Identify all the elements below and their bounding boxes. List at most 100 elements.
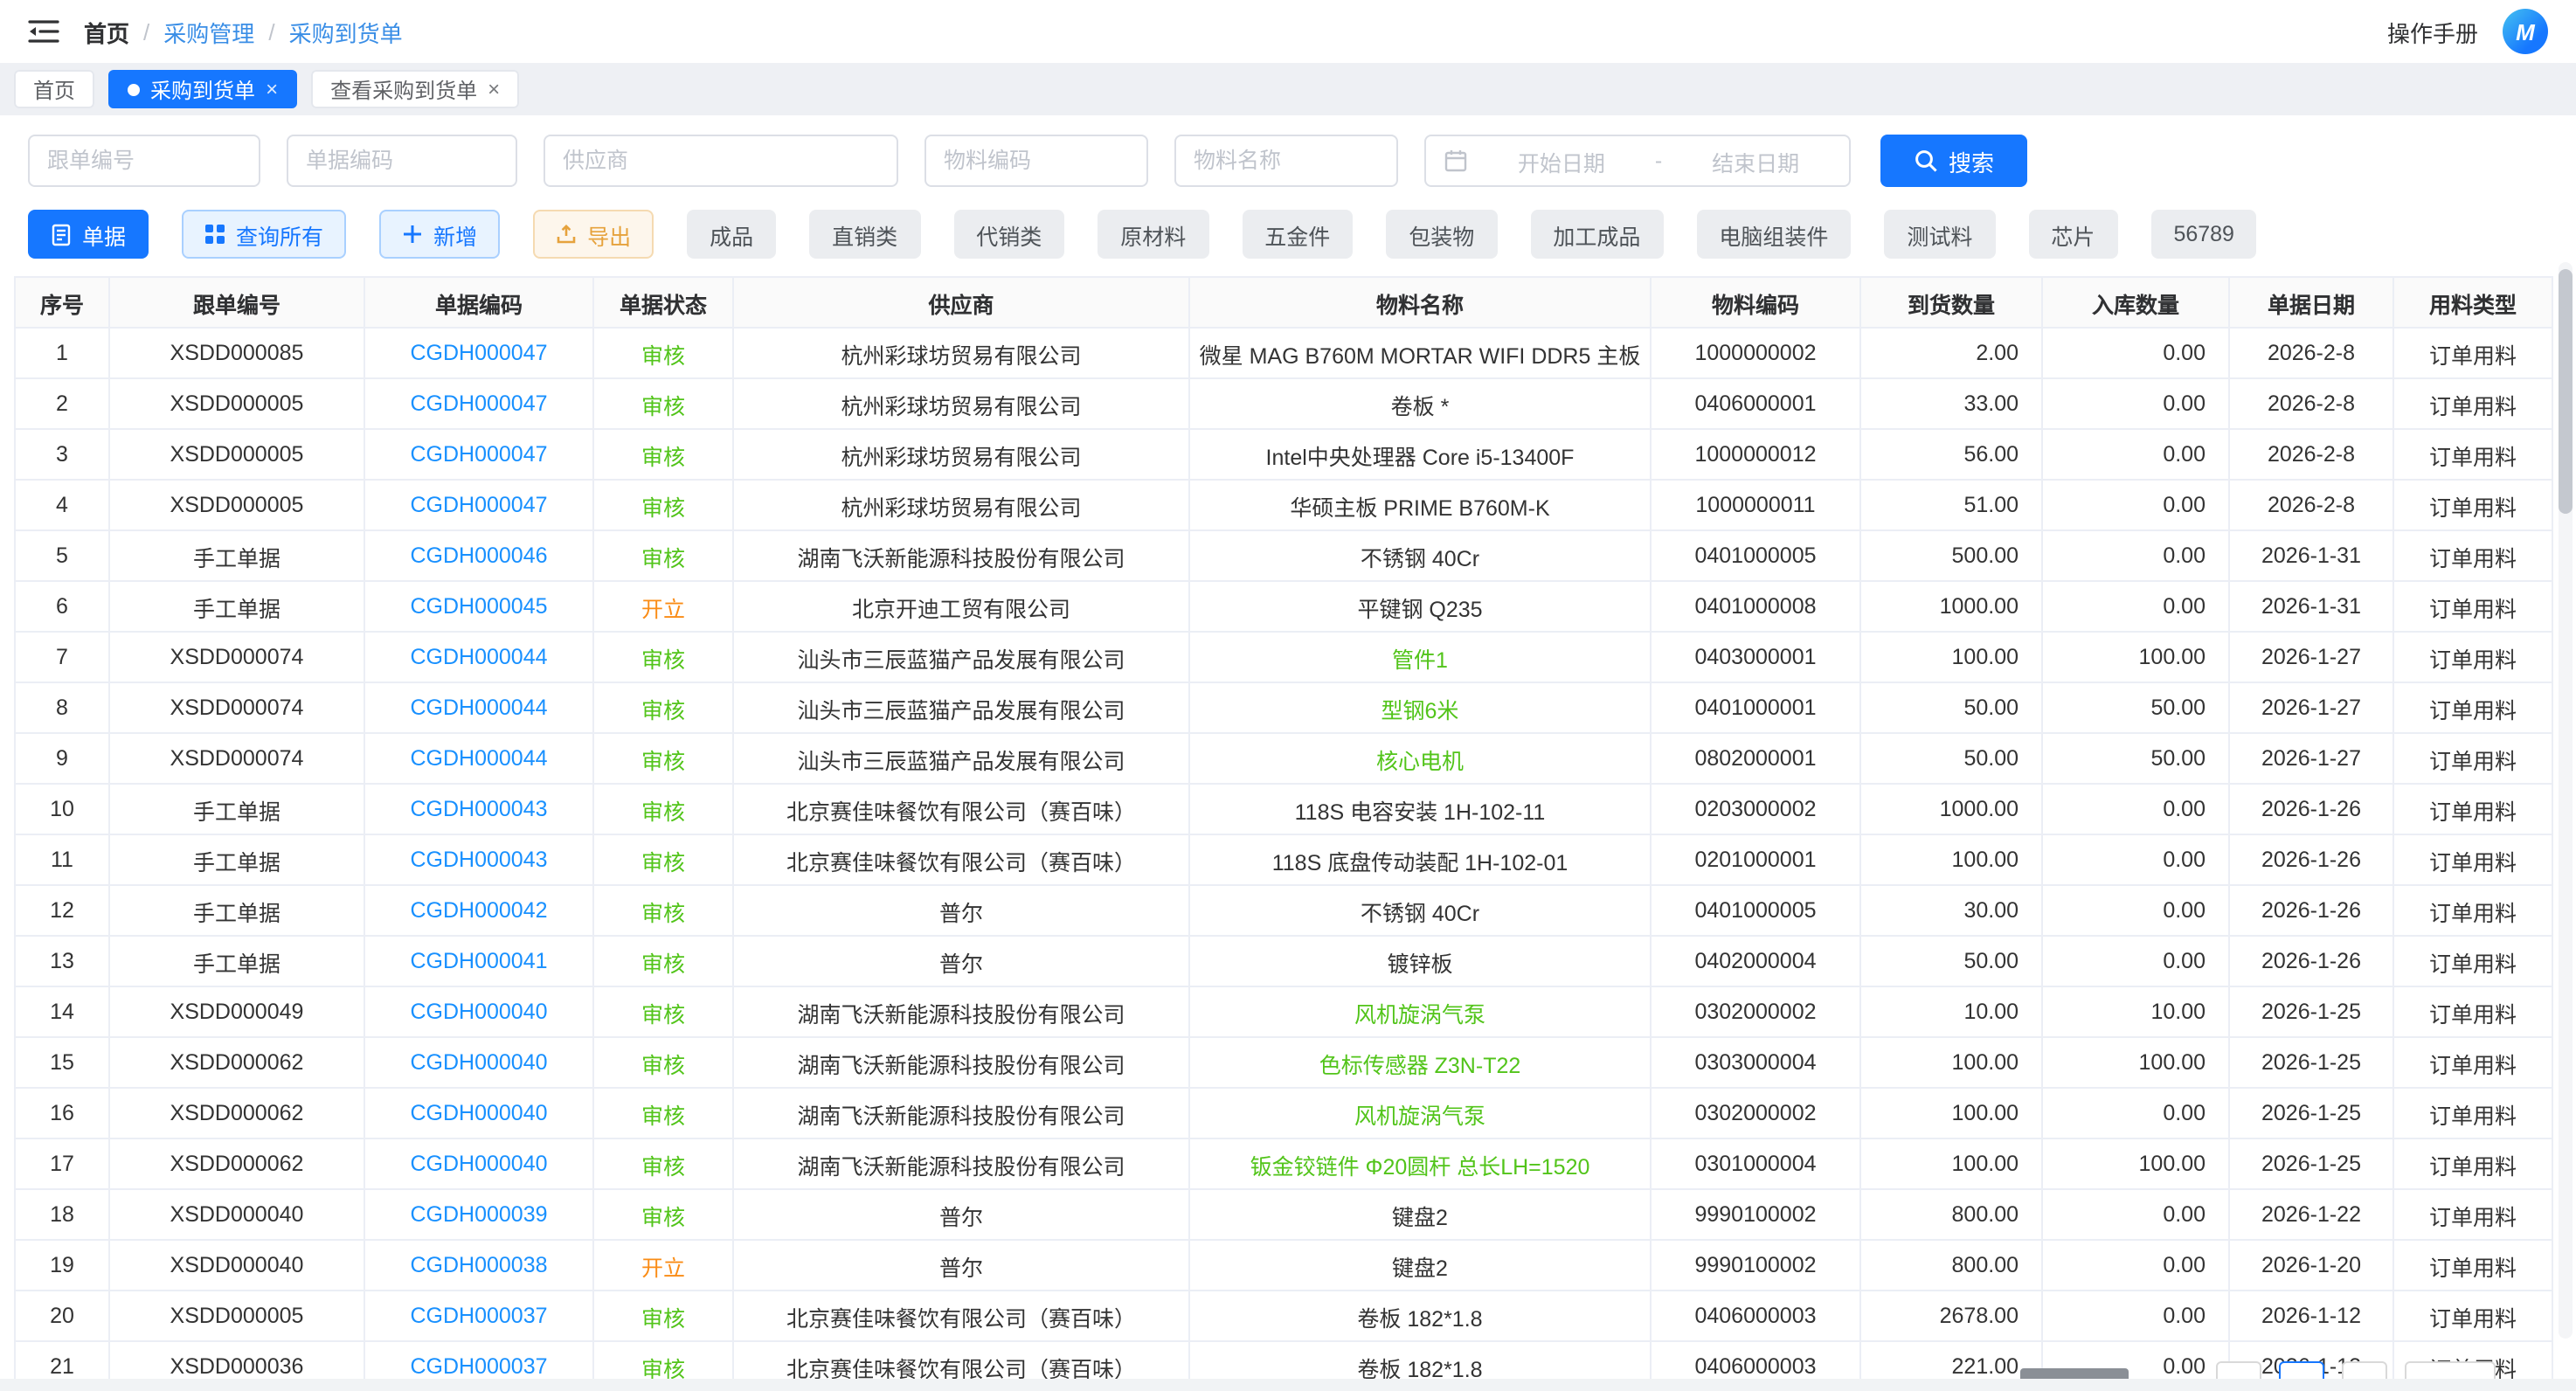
cell-material-name: 微星 MAG B760M MORTAR WIFI DDR5 主板	[1189, 328, 1651, 378]
table-row[interactable]: 12 手工单据 CGDH000042 审核 普尔 不锈钢 40Cr 040100…	[15, 885, 2552, 936]
tab-purchase-arrival[interactable]: 采购到货单 ×	[108, 70, 297, 108]
doc-no-link[interactable]: CGDH000044	[364, 682, 593, 733]
doc-no-link[interactable]: CGDH000047	[364, 480, 593, 530]
doc-no-link[interactable]: CGDH000037	[364, 1291, 593, 1341]
doc-no-link[interactable]: CGDH000047	[364, 378, 593, 429]
table-row[interactable]: 13 手工单据 CGDH000041 审核 普尔 镀锌板 0402000004 …	[15, 936, 2552, 986]
vertical-scrollbar-thumb[interactable]	[2559, 269, 2573, 514]
doc-no-link[interactable]: CGDH000042	[364, 885, 593, 936]
cell-order-no: 手工单据	[109, 885, 364, 936]
cell-order-no: XSDD000040	[109, 1189, 364, 1240]
cell-doc-date: 2026-2-8	[2229, 429, 2393, 480]
doc-no-link[interactable]: CGDH000040	[364, 986, 593, 1037]
table-row[interactable]: 19 XSDD000040 CGDH000038 开立 普尔 键盘2 99901…	[15, 1240, 2552, 1291]
category-filter-button[interactable]: 代销类	[953, 210, 1064, 259]
cell-arrival-qty: 800.00	[1860, 1240, 2042, 1291]
table-row[interactable]: 2 XSDD000005 CGDH000047 审核 杭州彩球坊贸易有限公司 卷…	[15, 378, 2552, 429]
doc-no-link[interactable]: CGDH000044	[364, 733, 593, 784]
category-filter-button[interactable]: 56789	[2150, 210, 2257, 259]
doc-no-input[interactable]	[287, 135, 517, 187]
cell-seq: 1	[15, 328, 109, 378]
tab-bar: 首页 采购到货单 × 查看采购到货单 ×	[0, 63, 2576, 115]
table-row[interactable]: 3 XSDD000005 CGDH000047 审核 杭州彩球坊贸易有限公司 I…	[15, 429, 2552, 480]
doc-no-link[interactable]: CGDH000040	[364, 1088, 593, 1138]
menu-fold-icon[interactable]	[28, 17, 59, 45]
table-row[interactable]: 11 手工单据 CGDH000043 审核 北京赛佳味餐饮有限公司（赛百味） 1…	[15, 834, 2552, 885]
tab-view-purchase-arrival[interactable]: 查看采购到货单 ×	[311, 70, 519, 108]
category-filter-button[interactable]: 五金件	[1242, 210, 1353, 259]
query-all-button[interactable]: 查询所有	[182, 210, 346, 259]
doc-no-link[interactable]: CGDH000038	[364, 1240, 593, 1291]
doc-no-link[interactable]: CGDH000043	[364, 834, 593, 885]
close-tab-icon[interactable]: ×	[488, 79, 500, 100]
doc-no-link[interactable]: CGDH000041	[364, 936, 593, 986]
cell-material-name: 色标传感器 Z3N-T22	[1189, 1037, 1651, 1088]
table-row[interactable]: 4 XSDD000005 CGDH000047 审核 杭州彩球坊贸易有限公司 华…	[15, 480, 2552, 530]
category-filter-button[interactable]: 电脑组装件	[1696, 210, 1851, 259]
doc-no-link[interactable]: CGDH000047	[364, 429, 593, 480]
doc-no-link[interactable]: CGDH000045	[364, 581, 593, 632]
category-filter-button[interactable]: 芯片	[2028, 210, 2117, 259]
close-tab-icon[interactable]: ×	[266, 79, 278, 100]
cell-arrival-qty: 10.00	[1860, 986, 2042, 1037]
add-button[interactable]: 新增	[379, 210, 500, 259]
cell-order-no: XSDD000062	[109, 1037, 364, 1088]
manual-link[interactable]: 操作手册	[2387, 15, 2478, 48]
tab-home[interactable]: 首页	[14, 70, 94, 108]
category-filter-button[interactable]: 成品	[687, 210, 776, 259]
table-row[interactable]: 16 XSDD000062 CGDH000040 审核 湖南飞沃新能源科技股份有…	[15, 1088, 2552, 1138]
table-row[interactable]: 1 XSDD000085 CGDH000047 审核 杭州彩球坊贸易有限公司 微…	[15, 328, 2552, 378]
breadcrumb-current-page[interactable]: 采购到货单	[289, 15, 403, 48]
category-filter-button[interactable]: 原材料	[1098, 210, 1208, 259]
table-row[interactable]: 17 XSDD000062 CGDH000040 审核 湖南飞沃新能源科技股份有…	[15, 1138, 2552, 1189]
category-filter-button[interactable]: 测试料	[1884, 210, 1995, 259]
category-filter-button[interactable]: 直销类	[809, 210, 920, 259]
search-button[interactable]: 搜索	[1880, 135, 2027, 187]
cell-inbound-qty: 0.00	[2042, 1240, 2229, 1291]
table-row[interactable]: 5 手工单据 CGDH000046 审核 湖南飞沃新能源科技股份有限公司 不锈钢…	[15, 530, 2552, 581]
table-row[interactable]: 14 XSDD000049 CGDH000040 审核 湖南飞沃新能源科技股份有…	[15, 986, 2552, 1037]
material-code-input[interactable]	[924, 135, 1148, 187]
material-name-input[interactable]	[1174, 135, 1398, 187]
cell-material-code: 0401000005	[1651, 885, 1860, 936]
cell-doc-date: 2026-1-25	[2229, 986, 2393, 1037]
cell-supplier: 北京赛佳味餐饮有限公司（赛百味）	[733, 784, 1189, 834]
table-row[interactable]: 9 XSDD000074 CGDH000044 审核 汕头市三辰蓝猫产品发展有限…	[15, 733, 2552, 784]
doc-no-link[interactable]: CGDH000040	[364, 1037, 593, 1088]
table-row[interactable]: 7 XSDD000074 CGDH000044 审核 汕头市三辰蓝猫产品发展有限…	[15, 632, 2552, 682]
avatar[interactable]: M	[2503, 9, 2548, 54]
order-no-input[interactable]	[28, 135, 260, 187]
breadcrumb: 首页 / 采购管理 / 采购到货单	[84, 15, 403, 48]
supplier-input[interactable]	[544, 135, 898, 187]
table-row[interactable]: 8 XSDD000074 CGDH000044 审核 汕头市三辰蓝猫产品发展有限…	[15, 682, 2552, 733]
cell-usage-type: 订单用料	[2393, 328, 2552, 378]
doc-no-link[interactable]: CGDH000046	[364, 530, 593, 581]
cell-usage-type: 订单用料	[2393, 936, 2552, 986]
table-row[interactable]: 10 手工单据 CGDH000043 审核 北京赛佳味餐饮有限公司（赛百味） 1…	[15, 784, 2552, 834]
breadcrumb-home[interactable]: 首页	[84, 15, 129, 48]
cell-order-no: XSDD000062	[109, 1088, 364, 1138]
document-button[interactable]: 单据	[28, 210, 149, 259]
doc-no-link[interactable]: CGDH000040	[364, 1138, 593, 1189]
table-row[interactable]: 20 XSDD000005 CGDH000037 审核 北京赛佳味餐饮有限公司（…	[15, 1291, 2552, 1341]
table-row[interactable]: 18 XSDD000040 CGDH000039 审核 普尔 键盘2 99901…	[15, 1189, 2552, 1240]
cell-material-code: 0403000001	[1651, 632, 1860, 682]
horizontal-scrollbar[interactable]	[0, 1379, 2576, 1391]
date-range-picker[interactable]: 开始日期 - 结束日期	[1424, 135, 1851, 187]
doc-no-link[interactable]: CGDH000043	[364, 784, 593, 834]
doc-no-link[interactable]: CGDH000039	[364, 1189, 593, 1240]
cell-supplier: 汕头市三辰蓝猫产品发展有限公司	[733, 733, 1189, 784]
category-filter-button[interactable]: 包装物	[1386, 210, 1497, 259]
table-row[interactable]: 6 手工单据 CGDH000045 开立 北京开迪工贸有限公司 平键钢 Q235…	[15, 581, 2552, 632]
breadcrumb-purchase-mgmt[interactable]: 采购管理	[163, 15, 254, 48]
status-badge: 开立	[593, 1240, 733, 1291]
cell-supplier: 普尔	[733, 1240, 1189, 1291]
doc-no-link[interactable]: CGDH000044	[364, 632, 593, 682]
doc-no-link[interactable]: CGDH000047	[364, 328, 593, 378]
cell-inbound-qty: 0.00	[2042, 581, 2229, 632]
category-filter-button[interactable]: 加工成品	[1530, 210, 1663, 259]
cell-material-code: 0201000001	[1651, 834, 1860, 885]
export-button[interactable]: 导出	[533, 210, 654, 259]
vertical-scrollbar[interactable]	[2559, 262, 2573, 1339]
table-row[interactable]: 15 XSDD000062 CGDH000040 审核 湖南飞沃新能源科技股份有…	[15, 1037, 2552, 1088]
